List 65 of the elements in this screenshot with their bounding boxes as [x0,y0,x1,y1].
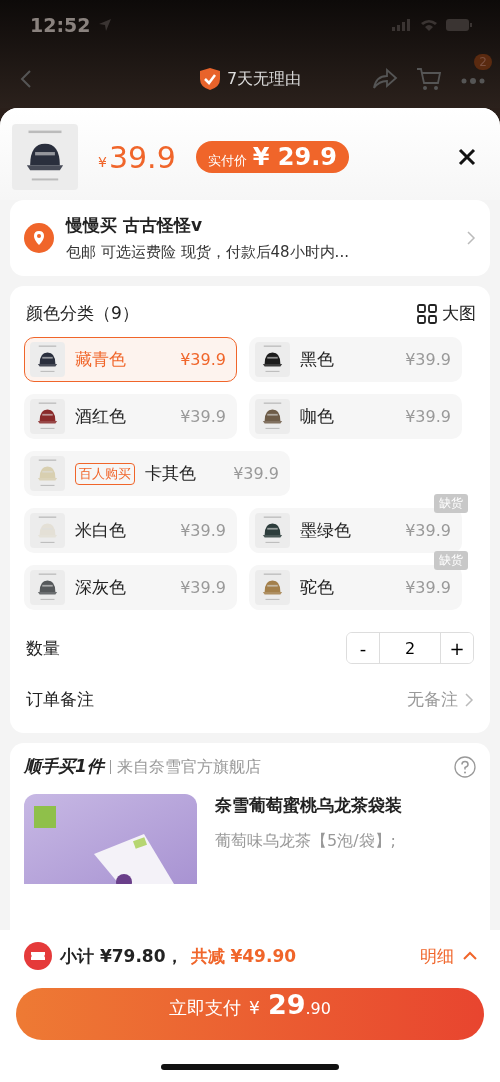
quantity-label: 数量 [26,636,60,660]
option-name: 酒红色 [75,405,126,428]
close-icon[interactable] [458,148,476,166]
option-price: ¥39.9 [233,464,279,483]
option-name: 墨绿色 [300,519,351,542]
color-option[interactable]: 深灰色 ¥39.9 [24,565,237,610]
chevron-right-icon [466,230,476,246]
option-name: 米白色 [75,519,126,542]
share-icon[interactable] [372,68,398,90]
option-price: ¥39.9 [405,578,451,597]
addon-title: 顺手买1件 [24,755,104,778]
color-option[interactable]: 百人购买 卡其色 ¥39.9 [24,451,290,496]
nav-title: 7天无理由 [226,68,302,90]
subtotal: 小计 ¥79.80， [60,944,183,968]
location-pin-icon [24,223,54,253]
large-view-toggle[interactable]: 大图 [417,302,476,325]
option-name: 藏青色 [75,348,126,371]
addon-product-spec: 葡萄味乌龙茶【5泡/袋】; [215,831,397,852]
signal-icon [392,19,412,31]
color-option[interactable]: 黑色 ¥39.9 [249,337,462,382]
option-price: ¥39.9 [180,578,226,597]
remark-label: 订单备注 [26,688,94,711]
addon-product-title: 奈雪葡萄蜜桃乌龙茶袋装 [215,794,402,817]
more-icon[interactable] [460,76,486,85]
color-option[interactable]: 墨绿色 ¥39.9 [249,508,462,553]
chevron-right-icon [464,691,474,708]
store-source: 来自奈雪官方旗舰店 [109,759,261,774]
help-icon[interactable] [454,755,476,778]
option-name: 深灰色 [75,576,126,599]
shipping-detail: 包邮 可选运费险 现货，付款后48小时内... [66,243,350,262]
grid-icon [417,303,437,324]
currency-symbol: ¥ [98,154,107,170]
section-title: 颜色分类（9） [26,302,139,325]
shield-check-icon [198,67,221,91]
location-arrow-icon [98,18,113,32]
option-name: 咖色 [300,405,334,428]
option-price: ¥39.9 [180,407,226,426]
option-price: ¥39.9 [180,521,226,540]
wifi-icon [420,18,438,32]
color-option[interactable]: 咖色 ¥39.9 [249,394,462,439]
cart-icon[interactable] [416,66,442,92]
option-name: 卡其色 [145,462,196,485]
color-option[interactable]: 酒红色 ¥39.9 [24,394,237,439]
price: 39.9 [108,139,176,175]
status-time: 12:52 [30,14,91,36]
coupon-icon [24,942,52,970]
quantity-field[interactable]: 2 [379,633,441,663]
option-price: ¥39.9 [180,350,226,369]
battery-icon [446,19,472,31]
back-icon[interactable] [20,69,32,89]
option-price: ¥39.9 [405,521,451,540]
pay-now-button[interactable]: 立即支付 ¥ 29.90 [16,988,484,1040]
option-name: 驼色 [300,576,334,599]
option-name: 黑色 [300,348,334,371]
address-card[interactable]: 慢慢买 古古怪怪v 包邮 可选运费险 现货，付款后48小时内... [10,200,490,276]
popular-badge: 百人购买 [75,462,135,485]
recipient-name: 慢慢买 古古怪怪v [66,214,203,237]
quantity-stepper[interactable]: - 2 + [346,632,474,664]
option-price: ¥39.9 [405,407,451,426]
discount-total: 共减 ¥49.90 [190,944,297,968]
actual-price-pill: 实付价 ¥ 29.9 [195,141,349,173]
chevron-up-icon [462,951,478,961]
color-option[interactable]: 米白色 ¥39.9 [24,508,237,553]
color-option[interactable]: 驼色 ¥39.9 [249,565,462,610]
option-price: ¥39.9 [405,350,451,369]
